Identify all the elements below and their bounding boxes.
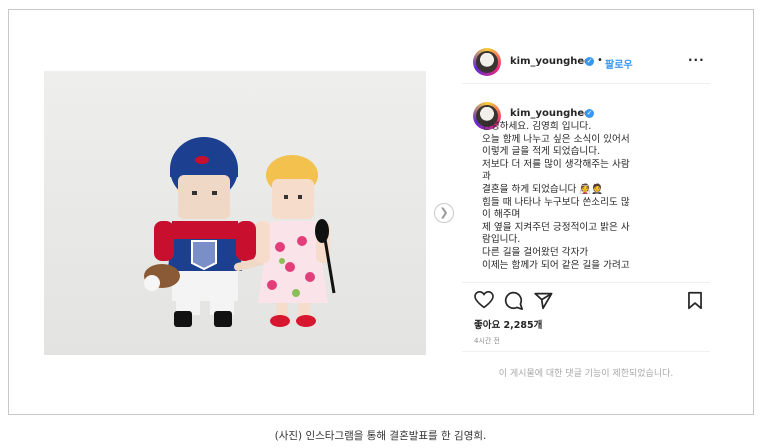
instagram-post-panel: kim_younghee ✓ • 팔로우 ··· kim_younghee ✓ … bbox=[462, 41, 710, 388]
actions-divider bbox=[462, 282, 710, 283]
username[interactable]: kim_younghee bbox=[510, 56, 591, 67]
caption-line: 안녕하세요. 김영희 입니다. bbox=[482, 121, 592, 132]
verified-icon: ✓ bbox=[585, 109, 594, 118]
caption-username[interactable]: kim_younghee bbox=[510, 108, 591, 119]
comments-divider bbox=[462, 351, 710, 352]
caption-line: 과 bbox=[482, 171, 491, 183]
caption-line: 다른 길을 걸어왔던 각자가 bbox=[482, 246, 589, 258]
caption-line: 이제는 함께가 되어 같은 길을 가려고 bbox=[482, 259, 630, 271]
next-arrow-icon[interactable]: ❯ bbox=[434, 203, 454, 223]
follow-button[interactable]: 팔로우 bbox=[605, 56, 633, 71]
caption-line: 저보다 더 저를 많이 생각해주는 사람 bbox=[482, 158, 630, 170]
bookmark-icon[interactable] bbox=[687, 291, 703, 310]
article-photo-caption: (사진) 인스타그램을 통해 결혼발표를 한 김영희. bbox=[274, 430, 487, 442]
figurines-image bbox=[44, 71, 426, 355]
dot-separator: • bbox=[597, 55, 603, 66]
caption-line: 람입니다. bbox=[482, 234, 521, 246]
post-time: 4시간 전 bbox=[474, 337, 500, 345]
likes-count[interactable]: 좋아요 2,285개 bbox=[474, 317, 542, 331]
caption-line: 힘들 때 나타나 누구보다 쓴소리도 많 bbox=[482, 196, 630, 208]
more-icon[interactable]: ··· bbox=[688, 53, 705, 67]
share-icon[interactable] bbox=[533, 291, 553, 310]
post-header: kim_younghee ✓ • 팔로우 ··· bbox=[462, 41, 710, 84]
caption-text: 안녕하세요. 김영희 입니다. 오늘 함께 나누고 싶은 소식이 있어서 이렇게… bbox=[482, 121, 696, 287]
post-photo[interactable] bbox=[44, 71, 426, 355]
caption-line: 결혼을 하게 되었습니다 👰🤵 bbox=[482, 183, 604, 195]
comment-icon[interactable] bbox=[504, 291, 523, 310]
caption-line: 이 해주며 bbox=[482, 209, 521, 221]
caption-line: 오늘 함께 나누고 싶은 소식이 있어서 bbox=[482, 133, 630, 145]
caption-line: 제 옆을 지켜주던 긍정적이고 밝은 사 bbox=[482, 221, 630, 233]
caption-line: 이렇게 글을 적게 되었습니다. bbox=[482, 146, 601, 158]
avatar[interactable] bbox=[473, 48, 501, 76]
verified-icon: ✓ bbox=[585, 57, 594, 66]
heart-icon[interactable] bbox=[474, 291, 494, 309]
comments-notice: 이 게시물에 대한 댓글 기능이 제한되었습니다. bbox=[498, 369, 674, 379]
